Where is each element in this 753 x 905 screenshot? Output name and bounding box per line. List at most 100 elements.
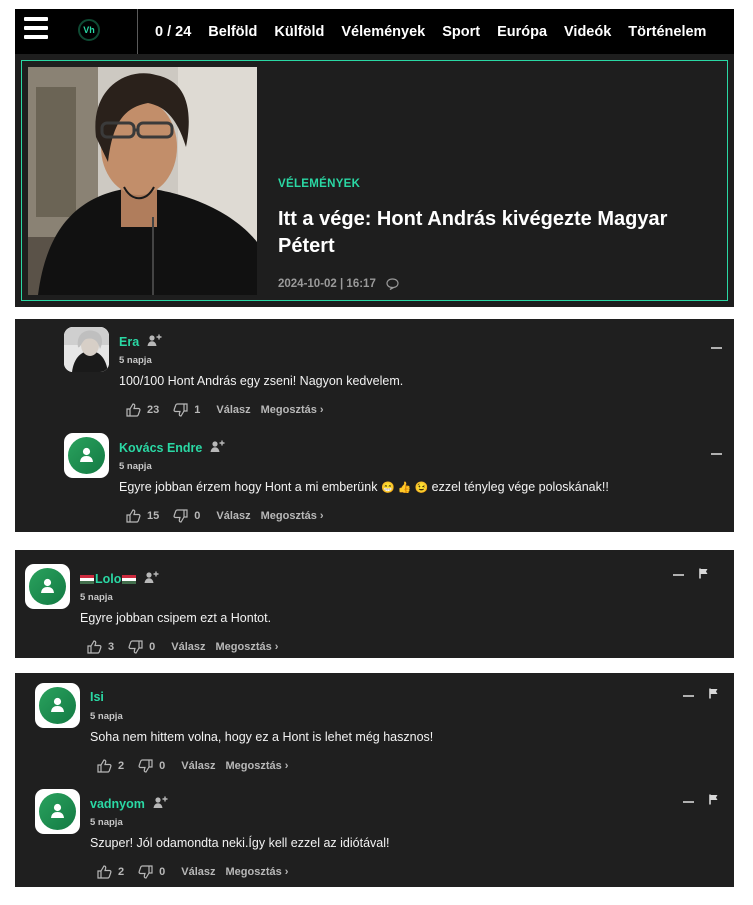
follow-user-icon[interactable] [147, 334, 162, 350]
like-button[interactable]: 3 [87, 640, 114, 654]
share-button[interactable]: Megosztás › [216, 641, 279, 653]
nav-link-tortenelem[interactable]: Történelem [628, 24, 706, 40]
nav-divider [137, 9, 138, 54]
like-count: 23 [147, 404, 160, 416]
comment-text: Szuper! Jól odamondta neki.Így kell ezze… [90, 836, 390, 850]
nav-link-sport[interactable]: Sport [442, 24, 480, 40]
like-count: 2 [118, 760, 125, 772]
nav-links: 0 / 24 Belföld Külföld Vélemények Sport … [155, 9, 723, 54]
dislike-button[interactable]: 0 [128, 640, 155, 654]
comment-author[interactable]: Isi [90, 690, 104, 704]
reply-button[interactable]: Válasz [181, 866, 215, 878]
comment-lolo: Lolo 5 napja Egyre jobban csipem ezt a H… [25, 564, 730, 654]
comment-time: 5 napja [119, 355, 152, 366]
flag-icon[interactable] [699, 568, 709, 579]
like-count: 3 [108, 641, 115, 653]
article-title[interactable]: Itt a vége: Hont András kivégezte Magyar… [278, 206, 718, 260]
nav-link-belfold[interactable]: Belföld [208, 24, 257, 40]
avatar[interactable] [64, 433, 109, 478]
site-logo[interactable]: Vh [78, 19, 100, 41]
dislike-count: 0 [149, 641, 156, 653]
thumbs-down-icon [138, 759, 153, 773]
nav-link-kulfold[interactable]: Külföld [274, 24, 324, 40]
thumbs-down-icon [173, 509, 188, 523]
collapse-icon[interactable] [683, 801, 694, 803]
comment-author[interactable]: Kovács Endre [119, 440, 225, 456]
thumbs-up-icon [87, 640, 102, 654]
share-button[interactable]: Megosztás › [226, 760, 289, 772]
flag-icon[interactable] [709, 688, 719, 699]
comment-actions: 23 1 Válasz Megosztás › [126, 403, 324, 417]
comment-vadnyom: vadnyom 5 napja Szuper! Jól odamondta ne… [35, 789, 730, 889]
comment-text: Soha nem hittem volna, hogy ez a Hont is… [90, 730, 434, 744]
comment-thread-1: Era 5 napja 100/100 Hont András egy zsen… [15, 319, 734, 532]
article-photo[interactable] [28, 67, 257, 295]
reply-button[interactable]: Válasz [216, 404, 250, 416]
nav-link-europa[interactable]: Európa [497, 24, 547, 40]
comment-author[interactable]: Lolo [80, 571, 159, 587]
dislike-count: 1 [194, 404, 201, 416]
hungarian-flag-icon [122, 574, 137, 584]
comment-author-name[interactable]: Era [119, 335, 139, 349]
follow-user-icon[interactable] [144, 571, 159, 587]
avatar[interactable] [64, 327, 109, 372]
comment-thread-3: Isi 5 napja Soha nem hittem volna, hogy … [15, 673, 734, 887]
like-button[interactable]: 23 [126, 403, 159, 417]
emoji-group: 😁 👍 😉 [380, 482, 429, 494]
comment-actions: 15 0 Válasz Megosztás › [126, 509, 324, 523]
follow-user-icon[interactable] [210, 440, 225, 456]
collapse-icon[interactable] [673, 574, 684, 576]
article-card[interactable]: VÉLEMÉNYEK Itt a vége: Hont András kivég… [15, 54, 734, 307]
share-button[interactable]: Megosztás › [261, 404, 324, 416]
article-date: 2024-10-02 | 16:17 [278, 278, 376, 290]
comment-author-name[interactable]: vadnyom [90, 797, 145, 811]
collapse-icon[interactable] [711, 453, 722, 455]
dislike-count: 0 [159, 866, 166, 878]
follow-user-icon[interactable] [153, 796, 168, 812]
comment-time: 5 napja [119, 461, 152, 472]
comment-time: 5 napja [90, 817, 123, 828]
avatar[interactable] [25, 564, 70, 609]
nav-counter[interactable]: 0 / 24 [155, 24, 191, 40]
thumbs-up-icon [97, 865, 112, 879]
avatar[interactable] [35, 683, 80, 728]
like-button[interactable]: 2 [97, 865, 124, 879]
thumbs-up-icon [126, 403, 141, 417]
comment-author[interactable]: vadnyom [90, 796, 168, 812]
dislike-button[interactable]: 0 [138, 759, 165, 773]
collapse-icon[interactable] [711, 347, 722, 349]
share-button[interactable]: Megosztás › [261, 510, 324, 522]
comment-icon[interactable] [386, 278, 399, 290]
avatar[interactable] [35, 789, 80, 834]
comment-kovacs-endre: Kovács Endre 5 napja Egyre jobban érzem … [64, 433, 734, 533]
comment-era: Era 5 napja 100/100 Hont András egy zsen… [64, 327, 734, 427]
article-meta: 2024-10-02 | 16:17 [278, 278, 399, 290]
comment-author-name[interactable]: Lolo [95, 572, 121, 586]
like-button[interactable]: 2 [97, 759, 124, 773]
article-category[interactable]: VÉLEMÉNYEK [278, 178, 360, 190]
comment-actions: 2 0 Válasz Megosztás › [97, 865, 288, 879]
comment-author[interactable]: Era [119, 334, 162, 350]
nav-link-velemenyek[interactable]: Vélemények [341, 24, 425, 40]
reply-button[interactable]: Válasz [216, 510, 250, 522]
dislike-count: 0 [194, 510, 201, 522]
dislike-count: 0 [159, 760, 166, 772]
reply-button[interactable]: Válasz [181, 760, 215, 772]
thumbs-up-icon [126, 509, 141, 523]
collapse-icon[interactable] [683, 695, 694, 697]
menu-icon[interactable] [24, 17, 48, 41]
comment-text-part: ezzel tényleg vége poloskának!! [428, 480, 609, 494]
dislike-button[interactable]: 0 [138, 865, 165, 879]
comment-author-name[interactable]: Kovács Endre [119, 441, 202, 455]
flag-icon[interactable] [709, 794, 719, 805]
thumbs-up-icon [97, 759, 112, 773]
like-button[interactable]: 15 [126, 509, 159, 523]
comment-text: 100/100 Hont András egy zseni! Nagyon ke… [119, 374, 404, 388]
dislike-button[interactable]: 1 [173, 403, 200, 417]
dislike-button[interactable]: 0 [173, 509, 200, 523]
comment-author-name[interactable]: Isi [90, 690, 104, 704]
reply-button[interactable]: Válasz [171, 641, 205, 653]
like-count: 15 [147, 510, 160, 522]
nav-link-videok[interactable]: Videók [564, 24, 611, 40]
share-button[interactable]: Megosztás › [226, 866, 289, 878]
